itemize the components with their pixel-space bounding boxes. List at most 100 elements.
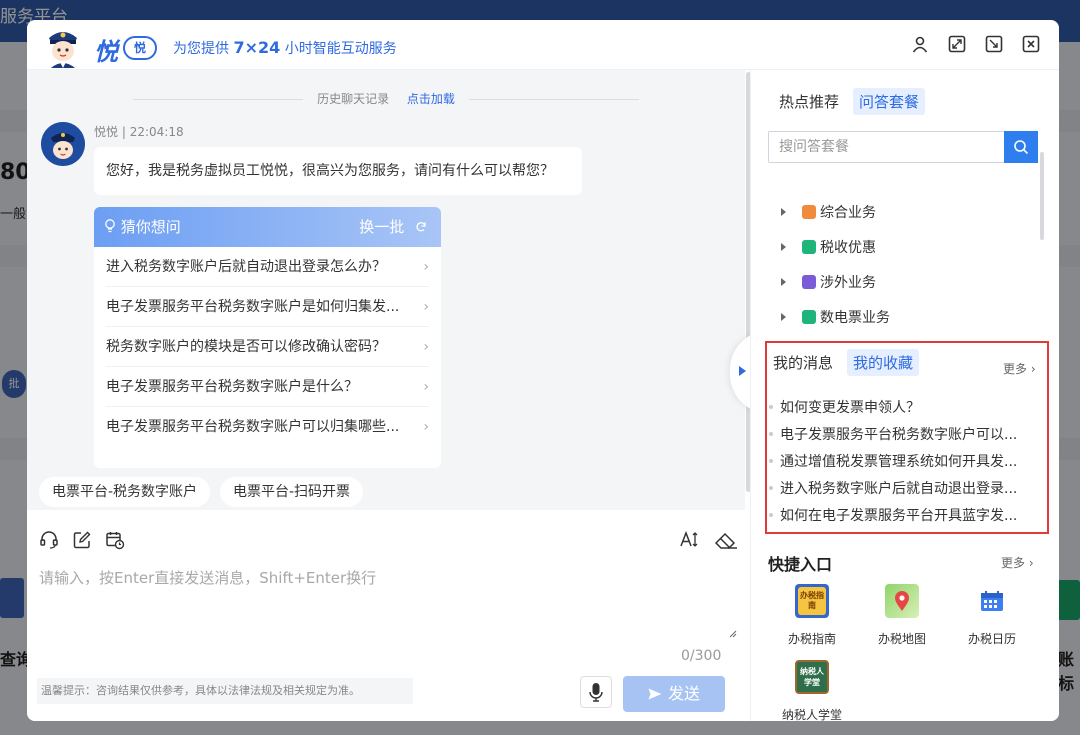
category-label: 数电票业务: [820, 310, 890, 326]
favorite-item-text: 如何在电子发票服务平台开具蓝字发...: [780, 508, 1018, 524]
font-size-icon[interactable]: [679, 530, 699, 550]
lightbulb-icon: [105, 219, 115, 233]
quick-entry-tax-guide[interactable]: 办税指南 办税指南: [776, 584, 848, 647]
quick-entry-label: 办税日历: [967, 632, 1016, 646]
suggested-questions-header: 猜你想问 换一批: [94, 207, 441, 247]
slogan-suffix: 小时智能互动服务: [284, 41, 397, 57]
qa-search: [768, 131, 1038, 163]
suggested-question[interactable]: 电子发票服务平台税务数字账户是什么？ ›: [106, 367, 429, 407]
brand-logo: 悦: [94, 38, 118, 66]
quick-entry-tax-calendar[interactable]: 办税日历: [956, 584, 1028, 647]
map-pin-glyph: [895, 591, 909, 611]
category-item[interactable]: 税收优惠: [781, 236, 876, 258]
minimize-icon[interactable]: [984, 34, 1004, 54]
bullet-icon: [769, 513, 773, 517]
quick-entry-title: 快捷入口: [768, 555, 833, 574]
bullet-icon: [769, 432, 773, 436]
tab-qa-package[interactable]: 问答套餐: [853, 88, 926, 115]
favorite-item-text: 进入税务数字账户后就自动退出登录...: [780, 481, 1018, 497]
assistant-dialog: 悦 悦 为您提供 7×24 小时智能互动服务 历史聊天记录 点击加载 悦悦 | …: [27, 20, 1059, 721]
message-bubble: 您好，我是税务虚拟员工悦悦，很高兴为您服务，请问有什么可以帮您？: [94, 147, 582, 195]
suggested-question-text: 税务数字账户的模块是否可以修改确认密码？: [106, 339, 386, 355]
more-label: 更多: [1003, 362, 1028, 376]
search-button[interactable]: [1004, 131, 1038, 163]
voice-input-button[interactable]: [580, 676, 612, 708]
suggested-question-text: 电子发票服务平台税务数字账户可以归集哪些...: [106, 419, 400, 435]
category-item[interactable]: 涉外业务: [781, 271, 876, 293]
favorite-item[interactable]: 电子发票服务平台税务数字账户可以...: [769, 424, 1027, 444]
chat-history[interactable]: 历史聊天记录 点击加载 悦悦 | 22:04:18 您好，我是税务虚拟员工悦悦，…: [27, 70, 751, 510]
calendar-icon: [975, 584, 1009, 618]
favorite-item-text: 通过增值税发票管理系统如何开具发...: [780, 454, 1018, 470]
dialog-header: 悦 悦 为您提供 7×24 小时智能互动服务: [27, 20, 1059, 70]
suggested-question[interactable]: 电子发票服务平台税务数字账户可以归集哪些... ›: [106, 407, 429, 447]
quick-entry-taxpayer-school[interactable]: 纳税人学堂 纳税人学堂: [776, 660, 848, 721]
header-actions: [910, 34, 1041, 54]
headset-icon[interactable]: [39, 530, 59, 550]
favorite-item[interactable]: 通过增值税发票管理系统如何开具发...: [769, 451, 1027, 471]
suggested-question-text: 进入税务数字账户后就自动退出登录怎么办？: [106, 259, 386, 275]
tab-my-favorites[interactable]: 我的收藏: [847, 349, 920, 376]
message-input[interactable]: [39, 567, 729, 637]
favorite-item[interactable]: 进入税务数字账户后就自动退出登录...: [769, 478, 1027, 498]
quick-entry-more-link[interactable]: 更多 ›: [1001, 554, 1034, 571]
brand-slogan: 为您提供 7×24 小时智能互动服务: [173, 38, 397, 58]
message-sender: 悦悦: [94, 125, 119, 139]
category-item[interactable]: 综合业务: [781, 201, 876, 223]
panel-scrollbar[interactable]: [1040, 152, 1044, 240]
map-pin-icon: [885, 584, 919, 618]
quick-entry-label: 办税地图: [877, 632, 926, 646]
suggested-question-text: 电子发票服务平台税务数字账户是如何归集发...: [106, 299, 400, 315]
quick-tag[interactable]: 电票平台-税务数字账户: [39, 477, 211, 507]
eraser-icon[interactable]: [713, 530, 739, 550]
caret-right-icon: [781, 278, 786, 286]
quick-entry-tax-map[interactable]: 办税地图: [866, 584, 938, 647]
microphone-icon: [589, 683, 603, 702]
resize-handle-icon[interactable]: [727, 628, 737, 638]
calendar-glyph: [981, 591, 1003, 611]
tab-my-messages[interactable]: 我的消息: [773, 349, 839, 376]
caret-right-icon: [739, 366, 746, 376]
refresh-suggestions-button[interactable]: 换一批: [359, 207, 427, 247]
message-time: 22:04:18: [129, 125, 184, 139]
char-counter: 0/300: [681, 648, 722, 664]
favorite-item[interactable]: 如何在电子发票服务平台开具蓝字发...: [769, 505, 1027, 525]
suggested-question[interactable]: 税务数字账户的模块是否可以修改确认密码？ ›: [106, 327, 429, 367]
qa-search-input[interactable]: [769, 132, 1005, 162]
chevron-right-icon: ›: [423, 379, 429, 395]
send-button[interactable]: 发送: [623, 676, 725, 712]
suggested-question[interactable]: 进入税务数字账户后就自动退出登录怎么办？ ›: [106, 247, 429, 287]
quick-entry-label: 纳税人学堂: [781, 708, 842, 721]
tab-hot-recommend[interactable]: 热点推荐: [773, 88, 845, 115]
category-item[interactable]: 数电票业务: [781, 306, 890, 328]
refresh-icon: [416, 222, 426, 232]
history-label: 历史聊天记录: [317, 92, 390, 106]
history-divider: 历史聊天记录 点击加载: [27, 90, 745, 107]
classroom-icon: 纳税人学堂: [795, 660, 829, 694]
chevron-right-icon: ›: [423, 339, 429, 355]
suggested-question-text: 电子发票服务平台税务数字账户是什么？: [106, 379, 358, 395]
search-icon: [1014, 140, 1029, 155]
divider-line: [133, 99, 304, 100]
favorite-item[interactable]: 如何变更发票申领人？: [769, 397, 1027, 417]
favorites-box: 我的消息 我的收藏 更多 › 如何变更发票申领人？ 电子发票服务平台税务数字账户…: [765, 341, 1049, 534]
bullet-icon: [769, 486, 773, 490]
tax-guide-icon: 办税指南: [795, 584, 829, 618]
tax-guide-icon-text: 办税指南: [798, 587, 826, 615]
edit-icon[interactable]: [72, 530, 92, 550]
load-history-link[interactable]: 点击加载: [407, 92, 455, 106]
calendar-clock-icon[interactable]: [105, 530, 125, 550]
fullscreen-icon[interactable]: [947, 34, 967, 54]
category-label: 综合业务: [820, 205, 876, 221]
send-label: 发送: [667, 684, 700, 703]
suggested-question[interactable]: 电子发票服务平台税务数字账户是如何归集发... ›: [106, 287, 429, 327]
favorites-more-link[interactable]: 更多 ›: [1003, 360, 1036, 377]
quick-tag[interactable]: 电票平台-扫码开票: [220, 477, 364, 507]
caret-right-icon: [781, 313, 786, 321]
close-icon[interactable]: [1021, 34, 1041, 54]
caret-right-icon: [781, 243, 786, 251]
user-icon[interactable]: [910, 34, 930, 54]
mascot-icon: [49, 32, 77, 68]
category-label: 涉外业务: [820, 275, 876, 291]
suggested-questions-title: 猜你想问: [120, 218, 181, 236]
